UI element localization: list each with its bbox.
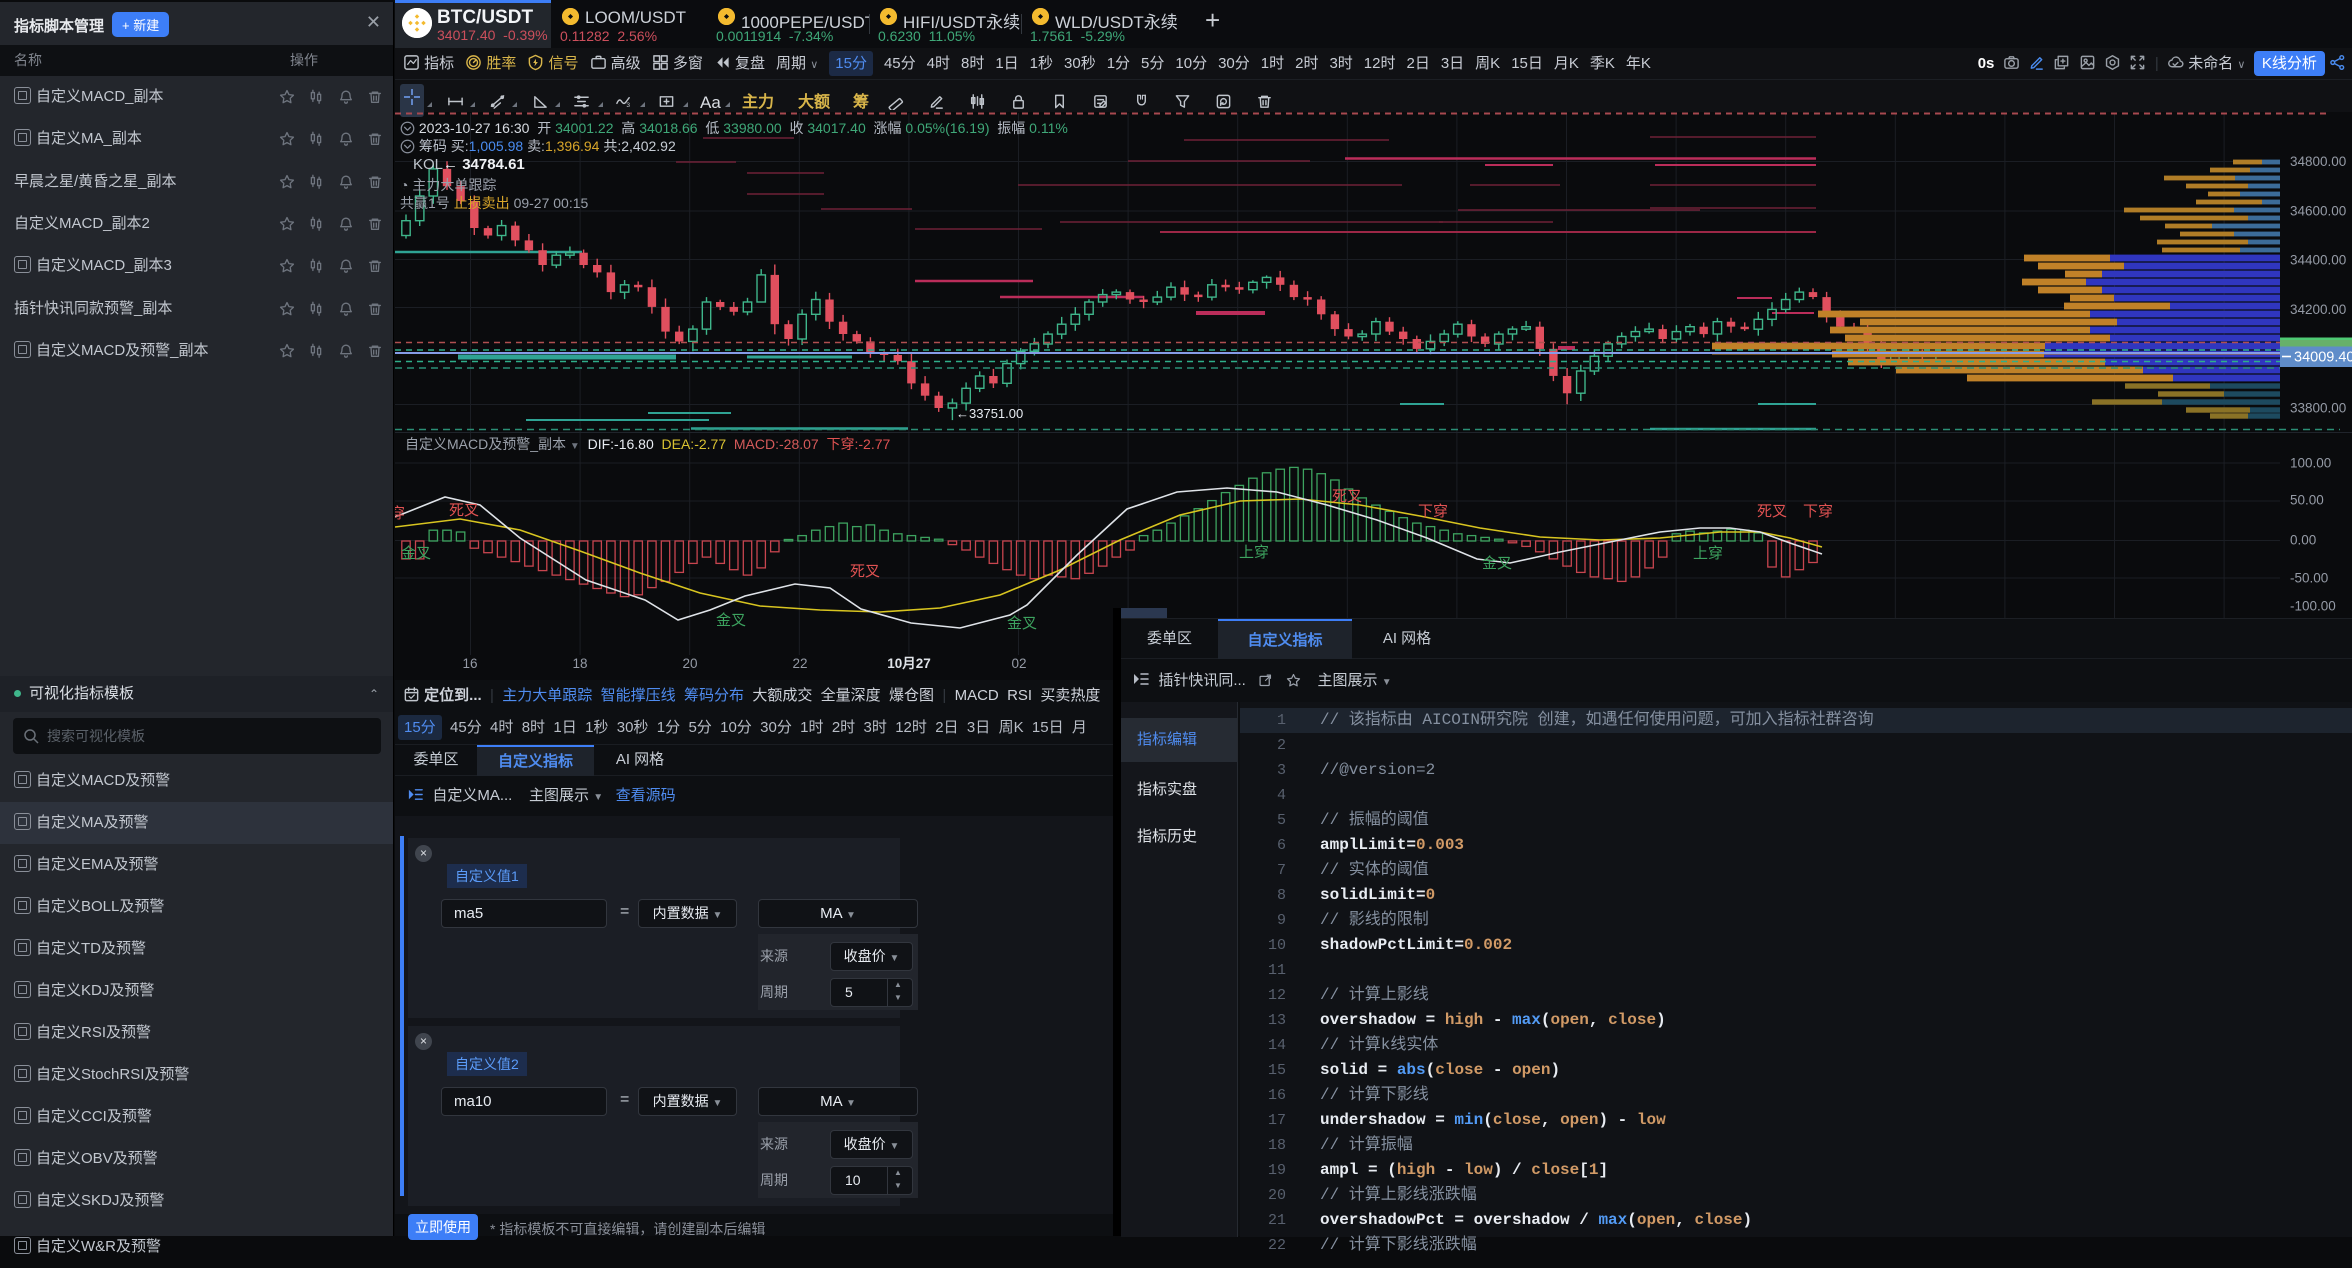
svg-text:-100.00: -100.00 bbox=[2290, 599, 2336, 614]
svg-text:20: 20 bbox=[682, 656, 697, 671]
svg-text:10月27: 10月27 bbox=[887, 656, 931, 671]
svg-text:3: 3 bbox=[626, 102, 630, 109]
svg-text:50.00: 50.00 bbox=[2290, 493, 2324, 508]
svg-text:34800.00: 34800.00 bbox=[2290, 154, 2346, 169]
svg-text:下穿: 下穿 bbox=[1418, 503, 1448, 520]
svg-text:金叉: 金叉 bbox=[401, 545, 431, 562]
svg-text:死叉: 死叉 bbox=[1757, 503, 1787, 520]
svg-text:16: 16 bbox=[462, 656, 477, 671]
svg-text:22: 22 bbox=[792, 656, 807, 671]
svg-text:02: 02 bbox=[1011, 656, 1026, 671]
svg-text:100.00: 100.00 bbox=[2290, 456, 2331, 471]
svg-text:18: 18 bbox=[572, 656, 587, 671]
svg-text:上穿: 上穿 bbox=[1239, 544, 1269, 561]
svg-text:金叉: 金叉 bbox=[1007, 615, 1037, 632]
svg-text:死叉: 死叉 bbox=[850, 563, 880, 580]
svg-text:上穿: 上穿 bbox=[1693, 545, 1723, 562]
svg-text:33800.00: 33800.00 bbox=[2290, 401, 2346, 416]
svg-text:金叉: 金叉 bbox=[1482, 555, 1512, 572]
svg-text:34400.00: 34400.00 bbox=[2290, 253, 2346, 268]
svg-text:0.00: 0.00 bbox=[2290, 533, 2316, 548]
svg-text:金叉: 金叉 bbox=[716, 612, 746, 629]
svg-text:34009.40: 34009.40 bbox=[2294, 350, 2352, 366]
svg-text:34200.00: 34200.00 bbox=[2290, 302, 2346, 317]
svg-text:死叉: 死叉 bbox=[449, 502, 479, 519]
svg-text:下穿: 下穿 bbox=[1803, 503, 1833, 520]
svg-text:-50.00: -50.00 bbox=[2290, 571, 2328, 586]
svg-text:死叉: 死叉 bbox=[1332, 488, 1362, 505]
svg-text:穿: 穿 bbox=[395, 505, 405, 522]
svg-text:34600.00: 34600.00 bbox=[2290, 203, 2346, 218]
